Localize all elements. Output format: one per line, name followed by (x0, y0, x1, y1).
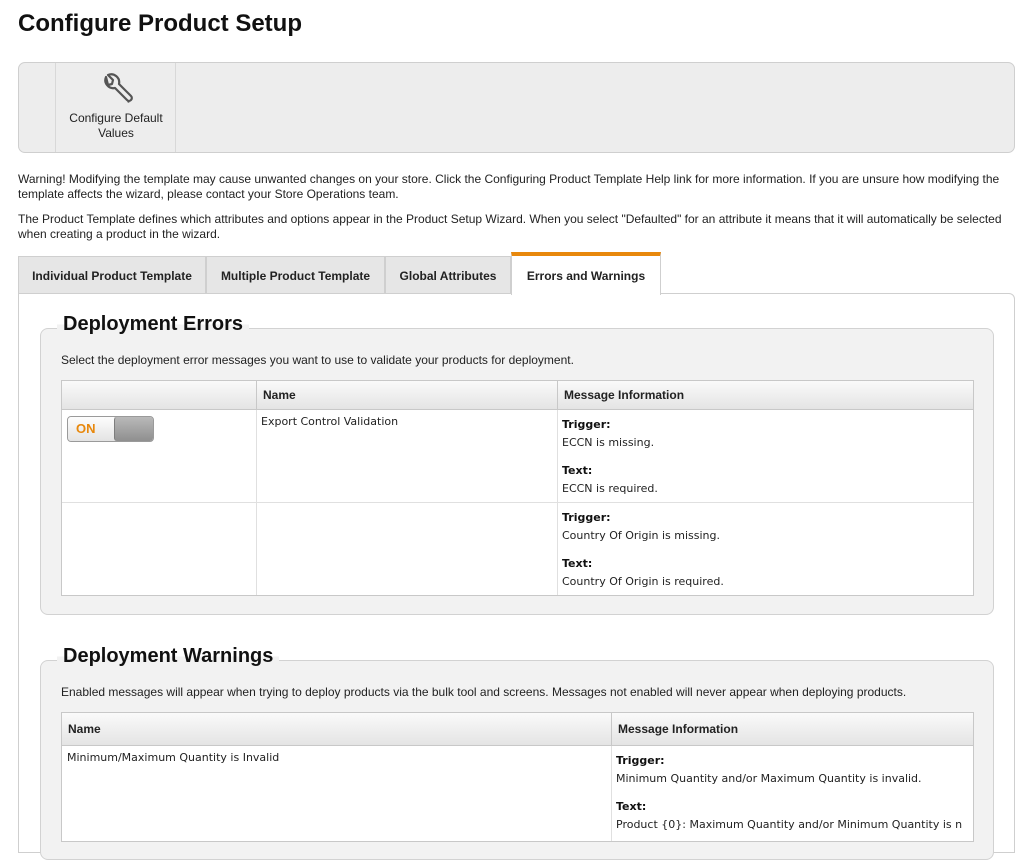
toolbar: Configure Default Values (18, 62, 1015, 153)
deployment-errors-description: Select the deployment error messages you… (61, 353, 574, 367)
tab-label: Global Attributes (399, 268, 497, 283)
deployment-warnings-description: Enabled messages will appear when trying… (61, 685, 907, 699)
text-value: Country Of Origin is required. (562, 575, 724, 588)
wrench-icon (104, 73, 133, 103)
table-header: Name Message Information (62, 713, 973, 746)
text-value: ECCN is required. (562, 482, 658, 495)
configure-default-values-button[interactable]: Configure Default Values (56, 63, 176, 152)
column-header-name: Name (68, 722, 101, 736)
deployment-errors-section: Deployment Errors Select the deployment … (40, 313, 994, 615)
info-notice: The Product Template defines which attri… (18, 212, 1002, 241)
tab-individual-product-template[interactable]: Individual Product Template (18, 256, 206, 294)
tab-label: Multiple Product Template (220, 268, 371, 283)
column-header-toggle (62, 381, 256, 410)
warning-notice: Warning! Modifying the template may caus… (18, 172, 1000, 201)
error-name: Export Control Validation (261, 415, 399, 428)
tab-errors-and-warnings[interactable]: Errors and Warnings (511, 252, 661, 295)
deployment-errors-table: Name Message Information ON Export Contr… (61, 380, 974, 596)
table-header: Name Message Information (62, 381, 973, 410)
trigger-value: Country Of Origin is missing. (562, 529, 720, 542)
tab-label: Individual Product Template (32, 268, 192, 283)
row-divider (62, 502, 973, 503)
deployment-warnings-section: Deployment Warnings Enabled messages wil… (40, 645, 994, 860)
toggle-knob[interactable] (114, 417, 153, 441)
text-label: Text: (562, 464, 593, 477)
page-title: Configure Product Setup (18, 10, 302, 37)
column-header-message-information: Message Information (611, 713, 973, 746)
trigger-label: Trigger: (616, 754, 665, 767)
deployment-errors-title: Deployment Errors (57, 313, 250, 336)
column-header-message-information: Message Information (557, 381, 973, 410)
trigger-value: Minimum Quantity and/or Maximum Quantity… (616, 772, 922, 785)
text-label: Text: (616, 800, 647, 813)
text-value-clip: Product {0}: Maximum Quantity and/or Min… (616, 816, 972, 836)
trigger-label: Trigger: (562, 418, 611, 431)
warning-name: Minimum/Maximum Quantity is Invalid (67, 751, 280, 764)
trigger-value: ECCN is missing. (562, 436, 655, 449)
tab-multiple-product-template[interactable]: Multiple Product Template (206, 256, 385, 294)
configure-default-values-label: Configure Default Values (69, 111, 163, 140)
toggle-on-label: ON (68, 417, 114, 441)
deployment-warnings-table: Name Message Information Minimum/Maximum… (61, 712, 974, 842)
text-value: Product {0}: Maximum Quantity and/or Min… (616, 818, 963, 831)
tab-global-attributes[interactable]: Global Attributes (385, 256, 511, 294)
trigger-label: Trigger: (562, 511, 611, 524)
error-enabled-toggle[interactable]: ON (67, 416, 154, 442)
column-header-name: Name (256, 381, 557, 410)
tab-label: Errors and Warnings (526, 268, 646, 283)
deployment-warnings-title: Deployment Warnings (57, 645, 280, 668)
column-divider (611, 746, 612, 841)
text-label: Text: (562, 557, 593, 570)
